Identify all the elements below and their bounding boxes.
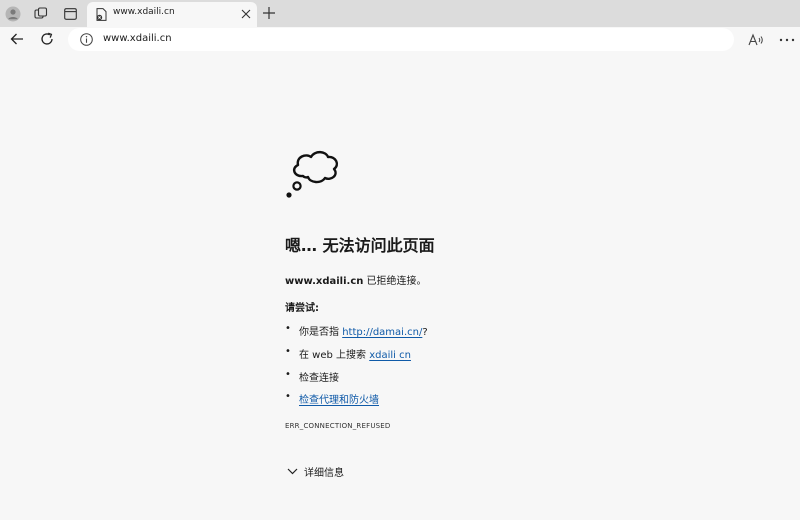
arrow-left-icon[interactable] [10, 32, 24, 46]
thought-cloud-icon [286, 150, 339, 198]
read-aloud-icon[interactable] [748, 33, 764, 47]
more-icon[interactable] [778, 33, 796, 47]
info-icon[interactable] [80, 33, 93, 46]
refused-message: www.xdaili.cn 已拒绝连接。 [285, 272, 427, 287]
try-label: 请尝试: [285, 303, 319, 314]
suggestion-suffix: ? [422, 327, 428, 338]
error-heading: 嗯… 无法访问此页面 [285, 236, 435, 255]
tab-actions-button[interactable] [60, 4, 80, 24]
collections-icon [34, 7, 48, 19]
error-page: 嗯… 无法访问此页面 www.xdaili.cn 已拒绝连接。 请尝试: • 你… [0, 52, 800, 520]
suggestion-text: 在 web 上搜索 [299, 350, 370, 361]
details-button[interactable]: 详细信息 [287, 464, 344, 479]
refused-text: 已拒绝连接。 [363, 276, 427, 287]
suggestion-text: 检查连接 [299, 373, 339, 384]
tab-strip: www.xdaili.cn [0, 0, 800, 27]
suggested-url-link[interactable]: http://damai.cn/ [342, 327, 422, 338]
refused-host: www.xdaili.cn [285, 276, 364, 287]
tab-active[interactable]: www.xdaili.cn [87, 2, 257, 27]
profile-button[interactable] [3, 4, 23, 24]
collections-button[interactable] [31, 4, 51, 24]
address-bar[interactable]: www.xdaili.cn [68, 28, 734, 51]
bullet: • [285, 391, 291, 402]
close-icon[interactable] [241, 9, 251, 19]
chevron-down-icon [287, 468, 298, 475]
tab-actions-icon [63, 8, 77, 20]
tab-title: www.xdaili.cn [113, 7, 175, 17]
suggestion-text: 你是否指 [299, 327, 343, 338]
profile-icon [5, 6, 21, 22]
page-error-favicon [96, 8, 107, 21]
bullet: • [285, 369, 291, 380]
web-search-link[interactable]: xdaili cn [369, 350, 411, 361]
browser-toolbar: www.xdaili.cn [0, 27, 800, 52]
error-code: ERR_CONNECTION_REFUSED [285, 422, 391, 430]
bullet: • [285, 346, 291, 357]
details-label: 详细信息 [304, 468, 344, 479]
plus-icon[interactable] [262, 6, 276, 20]
address-url[interactable]: www.xdaili.cn [103, 33, 172, 44]
check-proxy-firewall-link[interactable]: 检查代理和防火墙 [299, 391, 379, 406]
reload-icon[interactable] [40, 32, 54, 46]
bullet: • [285, 323, 291, 334]
